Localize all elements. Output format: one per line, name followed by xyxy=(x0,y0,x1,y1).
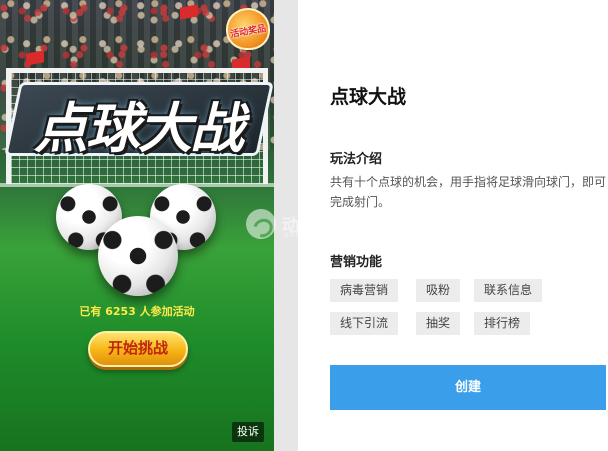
tag-leaderboard: 排行榜 xyxy=(474,312,531,335)
tag-offline-traffic: 线下引流 xyxy=(330,312,399,335)
create-button[interactable]: 创建 xyxy=(330,365,606,410)
game-title-text: 点球大战 xyxy=(34,97,244,160)
page-title: 点球大战 xyxy=(330,86,407,108)
goal-line xyxy=(0,183,274,187)
report-button[interactable]: 投诉 xyxy=(232,422,264,442)
game-preview: 活动奖品 点球大战 已有 6253 人参加活动 开始挑战 投诉 xyxy=(0,0,274,451)
info-panel: 点球大战 玩法介绍 共有十个点球的机会，用手指将足球滑向球门，即可完成射门。 营… xyxy=(298,0,608,451)
tag-viral-marketing: 病毒营销 xyxy=(330,279,399,302)
tag-contact-info: 联系信息 xyxy=(474,279,543,302)
soccer-ball-icon xyxy=(98,216,178,296)
intro-text: 共有十个点球的机会，用手指将足球滑向球门，即可完成射门。 xyxy=(330,175,607,209)
tag-lottery: 抽奖 xyxy=(416,312,461,335)
watermark-logo-icon xyxy=(246,209,277,241)
game-title-logo: 点球大战 xyxy=(2,74,274,166)
participants-count: 已有 6253 人参加活动 xyxy=(79,305,195,318)
marketing-heading: 营销功能 xyxy=(330,255,383,270)
intro-heading: 玩法介绍 xyxy=(330,152,383,167)
app-root: 活动奖品 点球大战 已有 6253 人参加活动 开始挑战 投诉 动乐互动 DON… xyxy=(0,0,608,451)
start-challenge-button[interactable]: 开始挑战 xyxy=(88,331,188,367)
tag-attract-fans: 吸粉 xyxy=(416,279,461,302)
